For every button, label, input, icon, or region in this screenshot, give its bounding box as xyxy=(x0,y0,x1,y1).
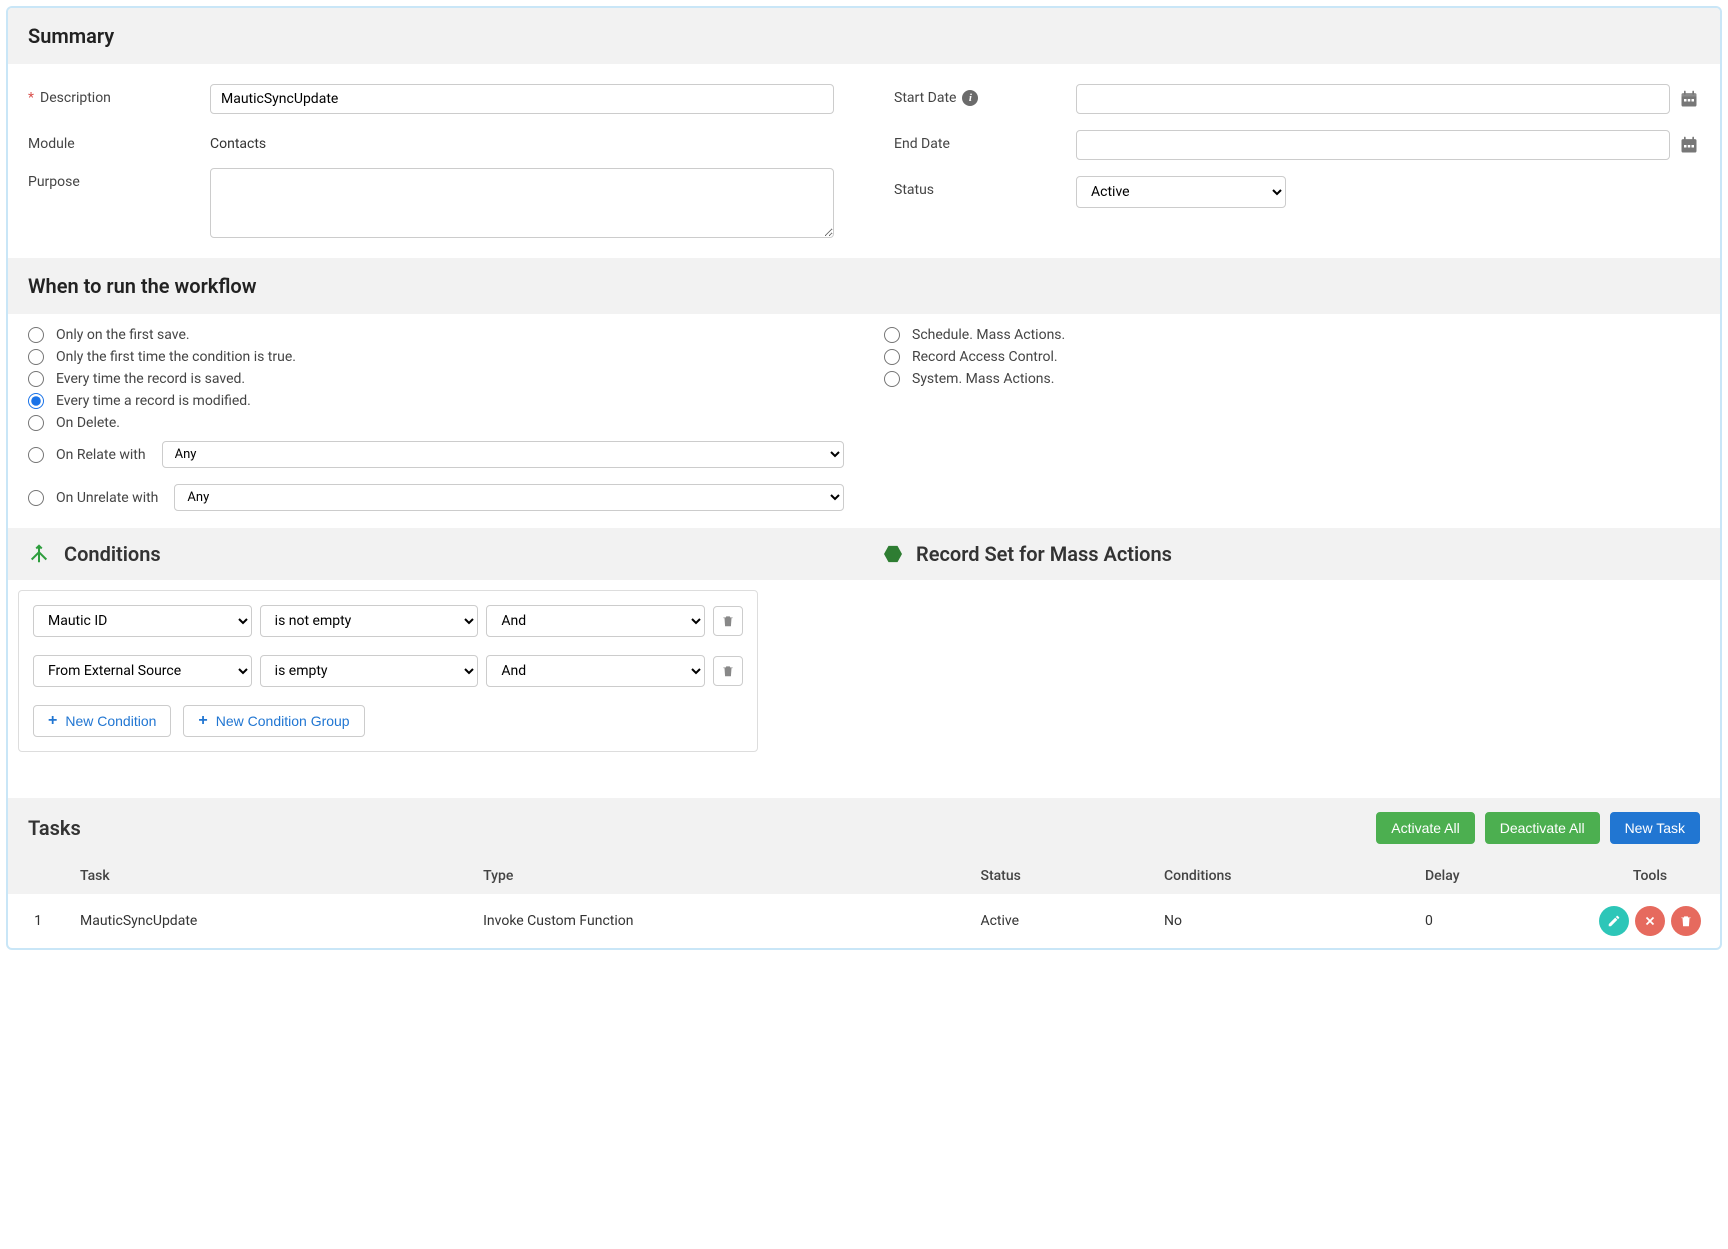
tasks-header: Tasks Activate All Deactivate All New Ta… xyxy=(8,798,1720,858)
branch-icon xyxy=(28,543,50,565)
summary-header: Summary xyxy=(8,8,1720,64)
radio-system[interactable]: System. Mass Actions. xyxy=(884,368,1700,390)
relate-select[interactable]: Any xyxy=(162,441,844,468)
description-input[interactable] xyxy=(210,84,834,114)
new-condition-button[interactable]: +New Condition xyxy=(33,705,171,737)
condition-logic-select[interactable]: And xyxy=(486,655,705,687)
hexagon-icon xyxy=(884,545,902,563)
end-date-input[interactable] xyxy=(1076,130,1670,160)
col-status: Status xyxy=(968,858,1152,894)
cancel-task-button[interactable] xyxy=(1635,906,1665,936)
description-label: *Description xyxy=(28,84,198,106)
status-select[interactable]: Active xyxy=(1076,176,1286,208)
when-header: When to run the workflow xyxy=(8,258,1720,314)
summary-title: Summary xyxy=(28,24,114,48)
radio-every-save[interactable]: Every time the record is saved. xyxy=(28,368,844,390)
condition-field-select[interactable]: Mautic ID xyxy=(33,605,252,637)
conditions-header: Conditions xyxy=(8,528,864,580)
col-delay: Delay xyxy=(1413,858,1580,894)
delete-condition-button[interactable] xyxy=(713,606,743,636)
new-task-button[interactable]: New Task xyxy=(1610,812,1700,844)
radio-on-delete[interactable]: On Delete. xyxy=(28,412,844,434)
start-date-label: Start Date i xyxy=(894,84,1064,106)
edit-task-button[interactable] xyxy=(1599,906,1629,936)
col-task: Task xyxy=(68,858,471,894)
calendar-icon[interactable] xyxy=(1678,134,1700,156)
radio-on-relate[interactable]: On Relate with Any xyxy=(28,438,844,471)
radio-on-unrelate[interactable]: On Unrelate with Any xyxy=(28,481,844,514)
delete-task-button[interactable] xyxy=(1671,906,1701,936)
recordset-header: Record Set for Mass Actions xyxy=(864,528,1720,580)
when-title: When to run the workflow xyxy=(28,274,256,298)
conditions-panel: Mautic ID is not empty And From External… xyxy=(18,590,758,752)
radio-schedule[interactable]: Schedule. Mass Actions. xyxy=(884,324,1700,346)
condition-row: Mautic ID is not empty And xyxy=(33,605,743,637)
module-label: Module xyxy=(28,130,198,152)
unrelate-select[interactable]: Any xyxy=(174,484,844,511)
condition-row: From External Source is empty And xyxy=(33,655,743,687)
deactivate-all-button[interactable]: Deactivate All xyxy=(1485,812,1600,844)
delete-condition-button[interactable] xyxy=(713,656,743,686)
condition-logic-select[interactable]: And xyxy=(486,605,705,637)
col-tools: Tools xyxy=(1580,858,1720,894)
condition-field-select[interactable]: From External Source xyxy=(33,655,252,687)
col-type: Type xyxy=(471,858,968,894)
condition-op-select[interactable]: is empty xyxy=(260,655,479,687)
info-icon[interactable]: i xyxy=(962,90,978,106)
activate-all-button[interactable]: Activate All xyxy=(1376,812,1474,844)
col-conditions: Conditions xyxy=(1152,858,1413,894)
tasks-table: Task Type Status Conditions Delay Tools … xyxy=(8,858,1720,948)
tasks-title: Tasks xyxy=(28,816,81,840)
radio-every-modify[interactable]: Every time a record is modified. xyxy=(28,390,844,412)
start-date-input[interactable] xyxy=(1076,84,1670,114)
table-row: 1 MauticSyncUpdate Invoke Custom Functio… xyxy=(8,894,1720,948)
purpose-textarea[interactable] xyxy=(210,168,834,238)
end-date-label: End Date xyxy=(894,130,1064,152)
module-value: Contacts xyxy=(210,130,266,152)
radio-rac[interactable]: Record Access Control. xyxy=(884,346,1700,368)
plus-icon: + xyxy=(48,713,57,729)
purpose-label: Purpose xyxy=(28,168,198,190)
new-condition-group-button[interactable]: +New Condition Group xyxy=(183,705,364,737)
radio-first-save[interactable]: Only on the first save. xyxy=(28,324,844,346)
status-label: Status xyxy=(894,176,1064,198)
condition-op-select[interactable]: is not empty xyxy=(260,605,479,637)
calendar-icon[interactable] xyxy=(1678,88,1700,110)
radio-first-cond[interactable]: Only the first time the condition is tru… xyxy=(28,346,844,368)
plus-icon: + xyxy=(198,713,207,729)
